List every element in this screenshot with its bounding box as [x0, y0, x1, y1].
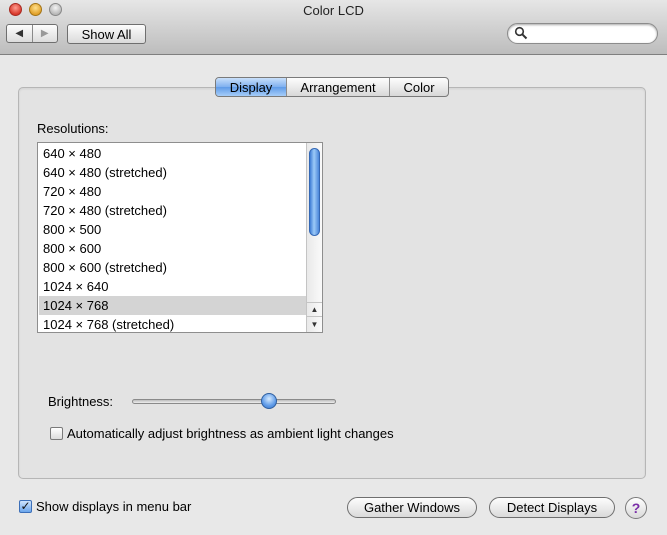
tab-arrangement[interactable]: Arrangement [286, 78, 389, 96]
auto-brightness-label: Automatically adjust brightness as ambie… [67, 426, 394, 441]
gather-windows-button[interactable]: Gather Windows [347, 497, 477, 518]
resolution-item-selected[interactable]: 1024 × 768 [39, 296, 307, 315]
back-forward-control: ◀ ▶ [6, 24, 58, 43]
scrollbar-thumb[interactable] [309, 148, 320, 236]
show-displays-menubar-label: Show displays in menu bar [36, 499, 192, 514]
brightness-slider-track[interactable] [132, 399, 336, 404]
auto-brightness-checkbox[interactable] [50, 427, 63, 440]
forward-button[interactable]: ▶ [33, 25, 58, 42]
resolutions-scrollbar[interactable]: ▲ ▼ [306, 143, 322, 332]
back-arrow-icon: ◀ [15, 28, 24, 39]
search-field[interactable] [507, 23, 658, 44]
show-all-button[interactable]: Show All [67, 24, 146, 44]
resolution-item[interactable]: 1024 × 768 (stretched) [39, 315, 307, 332]
resolution-item[interactable]: 800 × 500 [39, 220, 307, 239]
resolution-item[interactable]: 640 × 480 (stretched) [39, 163, 307, 182]
window-title: Color LCD [303, 3, 364, 18]
help-button[interactable]: ? [625, 497, 647, 519]
resolution-item[interactable]: 800 × 600 [39, 239, 307, 258]
forward-arrow-icon: ▶ [40, 28, 49, 39]
tab-display[interactable]: Display [216, 78, 286, 96]
resolution-item[interactable]: 640 × 480 [39, 144, 307, 163]
resolution-item[interactable]: 720 × 480 (stretched) [39, 201, 307, 220]
tab-color[interactable]: Color [389, 78, 448, 96]
resolutions-list-items: 640 × 480 640 × 480 (stretched) 720 × 48… [39, 144, 307, 332]
back-button[interactable]: ◀ [7, 25, 33, 42]
tab-bar: Display Arrangement Color [215, 77, 449, 97]
brightness-label: Brightness: [48, 394, 114, 409]
search-icon [514, 26, 528, 40]
brightness-slider-knob[interactable] [260, 393, 277, 409]
checkmark-icon: ✓ [20, 499, 31, 513]
window-titlebar: Color LCD ◀ ▶ Show All [0, 0, 667, 55]
show-displays-menubar-checkbox[interactable]: ✓ [19, 500, 32, 513]
resolution-item[interactable]: 1024 × 640 [39, 277, 307, 296]
resolution-item[interactable]: 720 × 480 [39, 182, 307, 201]
search-input[interactable] [530, 26, 650, 41]
resolutions-list[interactable]: 640 × 480 640 × 480 (stretched) 720 × 48… [37, 142, 323, 333]
detect-displays-button[interactable]: Detect Displays [489, 497, 615, 518]
resolution-item[interactable]: 800 × 600 (stretched) [39, 258, 307, 277]
scroll-up-icon[interactable]: ▲ [307, 302, 322, 317]
resolutions-label: Resolutions: [37, 121, 109, 136]
scroll-down-icon[interactable]: ▼ [307, 316, 322, 332]
